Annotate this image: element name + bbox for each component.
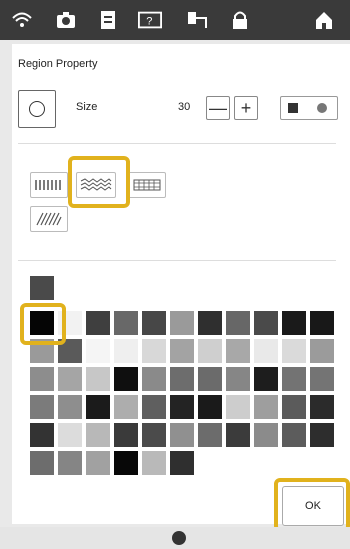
color-swatch[interactable]: [310, 395, 334, 419]
color-swatch[interactable]: [30, 451, 54, 475]
svg-text:?: ?: [146, 16, 152, 28]
satin-stitch-button[interactable]: [30, 206, 68, 232]
top-toolbar: ?: [0, 0, 350, 40]
grid-stitch-button[interactable]: [128, 172, 166, 198]
color-swatch[interactable]: [86, 311, 110, 335]
color-swatch[interactable]: [142, 367, 166, 391]
dialog-title: Region Property: [18, 58, 98, 70]
divider: [18, 143, 336, 144]
size-increase-button[interactable]: +: [234, 96, 258, 120]
round-shape-icon: [317, 103, 327, 113]
color-swatch[interactable]: [114, 339, 138, 363]
camera-icon[interactable]: [54, 8, 78, 32]
square-shape-icon: [288, 103, 298, 113]
color-swatch[interactable]: [30, 367, 54, 391]
color-swatch[interactable]: [86, 339, 110, 363]
color-swatch[interactable]: [198, 423, 222, 447]
color-swatch[interactable]: [58, 395, 82, 419]
color-swatch[interactable]: [86, 395, 110, 419]
color-swatch[interactable]: [310, 339, 334, 363]
color-swatch[interactable]: [142, 451, 166, 475]
color-swatch[interactable]: [142, 311, 166, 335]
color-swatch[interactable]: [198, 339, 222, 363]
divider: [18, 260, 336, 261]
color-swatch[interactable]: [226, 339, 250, 363]
help-icon[interactable]: ?: [138, 8, 162, 32]
color-swatch[interactable]: [226, 367, 250, 391]
highlight-ok-button: [274, 478, 350, 532]
color-swatch[interactable]: [114, 395, 138, 419]
color-swatch[interactable]: [254, 367, 278, 391]
color-swatch[interactable]: [198, 311, 222, 335]
color-swatch[interactable]: [30, 423, 54, 447]
highlight-fill-stitch: [68, 156, 130, 208]
color-swatch[interactable]: [170, 423, 194, 447]
color-swatch[interactable]: [310, 423, 334, 447]
color-swatch[interactable]: [254, 339, 278, 363]
color-swatch[interactable]: [254, 311, 278, 335]
shape-toggle[interactable]: [280, 96, 338, 120]
color-swatch[interactable]: [114, 311, 138, 335]
color-swatch[interactable]: [142, 395, 166, 419]
color-swatch[interactable]: [30, 395, 54, 419]
color-swatch[interactable]: [86, 423, 110, 447]
color-swatch[interactable]: [58, 423, 82, 447]
color-swatch[interactable]: [86, 367, 110, 391]
color-swatch[interactable]: [170, 451, 194, 475]
color-swatch[interactable]: [310, 367, 334, 391]
document-icon[interactable]: [96, 8, 120, 32]
color-swatch[interactable]: [226, 423, 250, 447]
settings-gear-icon[interactable]: [172, 531, 186, 545]
wifi-icon[interactable]: [10, 8, 34, 32]
color-swatch[interactable]: [226, 311, 250, 335]
color-swatch[interactable]: [170, 395, 194, 419]
color-swatch[interactable]: [86, 451, 110, 475]
size-label: Size: [76, 101, 98, 113]
color-swatch[interactable]: [114, 367, 138, 391]
home-icon[interactable]: [312, 8, 336, 32]
color-swatch[interactable]: [254, 423, 278, 447]
color-swatch[interactable]: [170, 339, 194, 363]
size-value: 30: [178, 101, 191, 113]
circle-shape-button[interactable]: [18, 90, 56, 128]
color-swatch[interactable]: [310, 311, 334, 335]
color-swatch[interactable]: [170, 311, 194, 335]
color-swatch[interactable]: [58, 367, 82, 391]
color-swatch[interactable]: [226, 395, 250, 419]
color-swatch[interactable]: [198, 367, 222, 391]
highlight-selected-color: [20, 303, 66, 345]
color-swatch[interactable]: [282, 311, 306, 335]
color-swatch[interactable]: [282, 339, 306, 363]
color-swatch[interactable]: [142, 339, 166, 363]
running-stitch-button[interactable]: [30, 172, 68, 198]
thread-icon[interactable]: [186, 8, 210, 32]
color-swatch[interactable]: [170, 367, 194, 391]
color-swatch[interactable]: [282, 367, 306, 391]
color-swatch[interactable]: [282, 423, 306, 447]
color-swatch[interactable]: [114, 423, 138, 447]
selected-color-swatch: [30, 276, 54, 300]
lock-icon[interactable]: [228, 8, 252, 32]
size-decrease-button[interactable]: —: [206, 96, 230, 120]
color-swatch[interactable]: [114, 451, 138, 475]
color-swatch[interactable]: [198, 395, 222, 419]
circle-icon: [29, 101, 45, 117]
color-swatch[interactable]: [58, 451, 82, 475]
color-swatch[interactable]: [254, 395, 278, 419]
color-swatch[interactable]: [142, 423, 166, 447]
color-swatch[interactable]: [282, 395, 306, 419]
